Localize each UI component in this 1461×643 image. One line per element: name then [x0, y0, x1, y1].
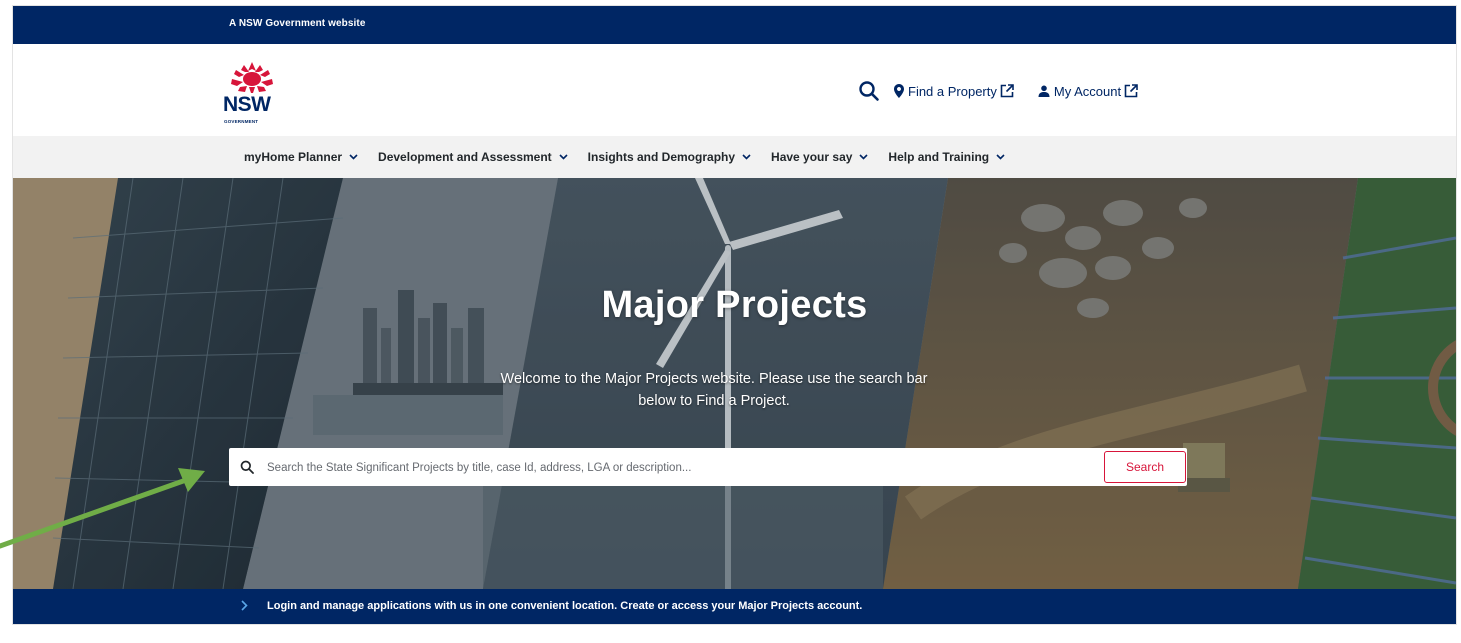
- nav-item-label: Help and Training: [888, 150, 990, 164]
- nav-item-have-your-say[interactable]: Have your say: [771, 150, 868, 164]
- main-navigation: myHome Planner Development and Assessmen…: [13, 136, 1456, 178]
- nav-item-label: Development and Assessment: [378, 150, 552, 164]
- search-icon[interactable]: [858, 80, 880, 102]
- nav-item-help-and-training[interactable]: Help and Training: [888, 150, 1005, 164]
- waratah-flower-icon: [231, 62, 273, 93]
- chevron-down-icon: [859, 154, 868, 160]
- search-icon: [240, 460, 254, 474]
- find-a-property-label: Find a Property: [908, 83, 997, 99]
- page-subtitle: Welcome to the Major Projects website. P…: [500, 371, 928, 409]
- chevron-down-icon: [559, 154, 568, 160]
- account-banner-text: Login and manage applications with us in…: [267, 600, 863, 612]
- external-link-icon: [1124, 84, 1138, 98]
- nav-item-label: myHome Planner: [244, 150, 343, 164]
- browser-viewport: A NSW Government website NSW GOVERNMENT …: [12, 5, 1457, 625]
- location-pin-icon: [894, 84, 904, 98]
- government-masthead: A NSW Government website: [13, 6, 1456, 44]
- person-icon: [1038, 85, 1050, 97]
- chevron-down-icon: [996, 154, 1005, 160]
- nav-item-label: Have your say: [771, 150, 853, 164]
- site-header: NSW GOVERNMENT Find a Property My Accoun…: [13, 44, 1456, 136]
- logo-subtext: GOVERNMENT: [224, 119, 259, 124]
- my-account-link[interactable]: My Account: [1038, 84, 1138, 99]
- my-account-label: My Account: [1053, 83, 1122, 99]
- nav-item-insights-and-demography[interactable]: Insights and Demography: [588, 150, 751, 164]
- logo-wordmark: NSW: [223, 93, 271, 116]
- external-link-icon: [1000, 84, 1014, 98]
- chevron-down-icon: [742, 154, 751, 160]
- nav-item-development-and-assessment[interactable]: Development and Assessment: [378, 150, 568, 164]
- find-a-property-link[interactable]: Find a Property: [894, 84, 1014, 99]
- search-button[interactable]: Search: [1104, 451, 1186, 483]
- chevron-down-icon: [349, 154, 358, 160]
- header-tools: Find a Property My Account: [858, 80, 1162, 102]
- page-title: Major Projects: [601, 284, 868, 326]
- nav-item-label: Insights and Demography: [587, 150, 736, 164]
- account-banner[interactable]: Login and manage applications with us in…: [13, 589, 1456, 624]
- hero-section: Major Projects Welcome to the Major Proj…: [13, 178, 1456, 589]
- search-input[interactable]: [265, 455, 1099, 481]
- annotation-arrow: [0, 468, 205, 549]
- masthead-text: A NSW Government website: [229, 18, 366, 29]
- project-search-bar: Search: [229, 448, 1187, 486]
- nav-item-myhome-planner[interactable]: myHome Planner: [244, 150, 358, 164]
- chevron-right-icon: [241, 600, 248, 611]
- nsw-government-logo[interactable]: NSW GOVERNMENT: [223, 60, 283, 124]
